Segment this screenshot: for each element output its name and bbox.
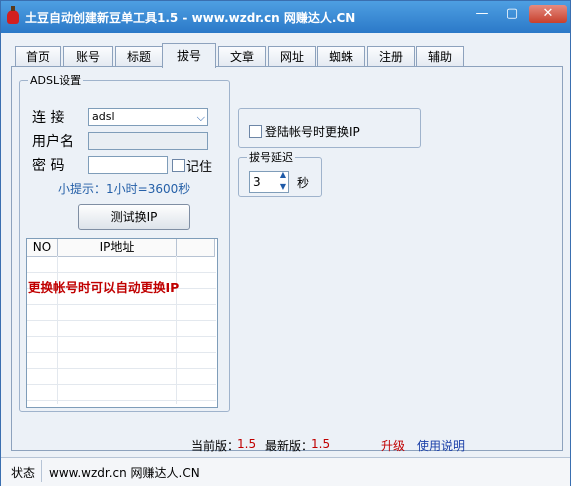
- tip-text: 小提示：1小时=3600秒: [58, 182, 191, 196]
- tab-dial[interactable]: 拔号: [162, 43, 216, 68]
- tab-register[interactable]: 注册: [367, 46, 415, 67]
- adsl-settings-group: ADSL设置 连 接 adsl ⌵ 用户名 密 码 记住 小提示：1小时=360…: [19, 72, 230, 412]
- password-label: 密 码: [32, 158, 65, 174]
- table-row: [27, 304, 216, 305]
- table-row: [27, 272, 216, 273]
- tab-home[interactable]: 首页: [15, 46, 61, 67]
- column-header-no[interactable]: NO: [27, 239, 58, 257]
- table-row: [27, 352, 216, 353]
- login-change-checkbox[interactable]: [249, 125, 262, 138]
- version-latest-value: 1.5: [311, 437, 331, 451]
- tab-panel-dial: ADSL设置 连 接 adsl ⌵ 用户名 密 码 记住 小提示：1小时=360…: [11, 66, 563, 451]
- ip-table: NO IP地址 更换帐号时可以自动更换IP: [26, 238, 218, 408]
- login-change-label: 登陆帐号时更换IP: [265, 125, 360, 139]
- status-label: 状态: [11, 466, 36, 480]
- column-header-extra: [177, 239, 215, 257]
- maximize-button[interactable]: ▢: [499, 5, 525, 23]
- table-row: [27, 368, 216, 369]
- tab-titles[interactable]: 标题: [115, 46, 163, 67]
- window-title: 土豆自动创建新豆单工具1.5 - www.wzdr.cn 网赚达人.CN: [25, 11, 356, 25]
- password-input[interactable]: [88, 156, 168, 174]
- dial-delay-spinner[interactable]: 3 ▲ ▼: [249, 170, 289, 193]
- dial-delay-value: 3: [253, 175, 261, 189]
- app-icon: [7, 6, 19, 24]
- window-body: 首页 账号 标题 拔号 文章 网址 蜘蛛 注册 辅助 ADSL设置 连 接 ad…: [1, 33, 570, 453]
- remember-checkbox[interactable]: [172, 159, 185, 172]
- help-link[interactable]: 使用说明: [417, 437, 465, 454]
- title-bar[interactable]: 土豆自动创建新豆单工具1.5 - www.wzdr.cn 网赚达人.CN — ▢…: [1, 1, 570, 33]
- column-header-ip[interactable]: IP地址: [58, 239, 177, 257]
- connect-select-value: adsl: [92, 110, 115, 123]
- status-bar: 状态 www.wzdr.cn 网赚达人.CN: [1, 457, 570, 486]
- version-latest-label: 最新版：: [265, 439, 314, 453]
- adsl-settings-legend: ADSL设置: [30, 74, 82, 87]
- tab-spider[interactable]: 蜘蛛: [317, 46, 365, 67]
- tab-articles[interactable]: 文章: [218, 46, 266, 67]
- table-row: [27, 336, 216, 337]
- connect-label: 连 接: [32, 110, 65, 126]
- dial-delay-legend: 拔号延迟: [249, 151, 293, 164]
- username-label: 用户名: [32, 134, 74, 150]
- remember-label: 记住: [186, 160, 213, 175]
- tab-accounts[interactable]: 账号: [63, 46, 113, 67]
- spinner-up-icon[interactable]: ▲: [280, 170, 286, 180]
- spinner-down-icon[interactable]: ▼: [280, 182, 286, 192]
- dial-delay-unit: 秒: [297, 176, 310, 190]
- login-change-group: 登陆帐号时更换IP: [238, 108, 421, 148]
- table-overlay-text: 更换帐号时可以自动更换IP: [28, 280, 180, 295]
- close-button[interactable]: ✕: [529, 5, 567, 23]
- table-row: [27, 384, 216, 385]
- minimize-button[interactable]: —: [469, 5, 495, 23]
- tab-urls[interactable]: 网址: [268, 46, 316, 67]
- tab-helper[interactable]: 辅助: [416, 46, 464, 67]
- status-text: www.wzdr.cn 网赚达人.CN: [49, 466, 200, 480]
- connect-select[interactable]: adsl ⌵: [88, 108, 208, 126]
- version-current-label: 当前版：: [191, 439, 240, 453]
- test-ip-button[interactable]: 测试换IP: [78, 204, 190, 230]
- table-row: [27, 400, 216, 401]
- table-row: [27, 320, 216, 321]
- chevron-down-icon[interactable]: ⌵: [197, 110, 205, 126]
- app-window: 土豆自动创建新豆单工具1.5 - www.wzdr.cn 网赚达人.CN — ▢…: [0, 0, 571, 486]
- status-divider: [41, 460, 42, 482]
- upgrade-link[interactable]: 升级: [381, 437, 405, 454]
- username-input[interactable]: [88, 132, 208, 150]
- dial-delay-group: 拔号延迟 3 ▲ ▼ 秒: [238, 149, 322, 197]
- version-current-value: 1.5: [237, 437, 257, 451]
